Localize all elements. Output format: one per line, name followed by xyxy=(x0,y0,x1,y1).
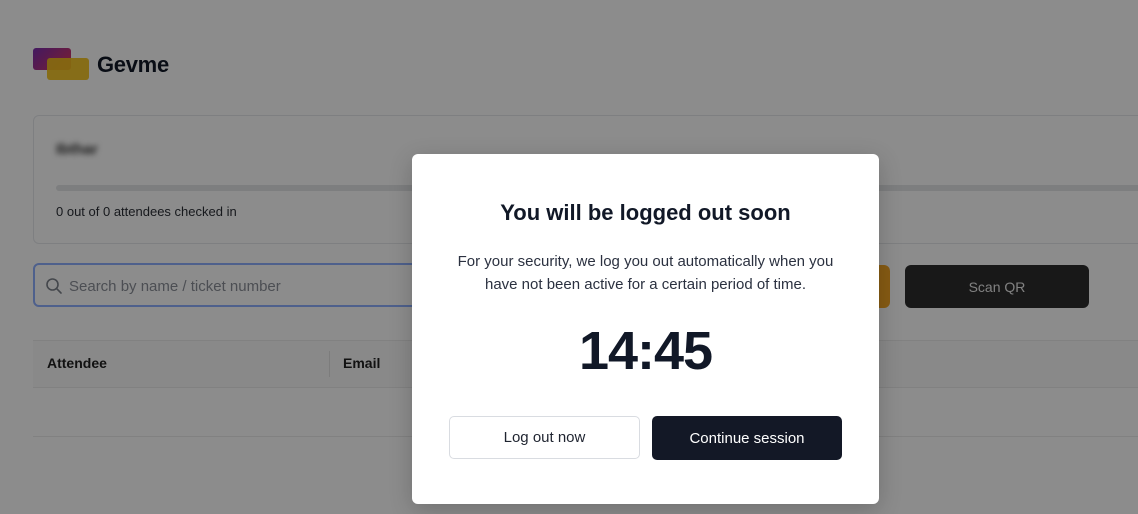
continue-session-button[interactable]: Continue session xyxy=(652,416,842,460)
session-timeout-modal: You will be logged out soon For your sec… xyxy=(412,154,879,504)
countdown-timer: 14:45 xyxy=(578,321,713,381)
modal-message: For your security, we log you out automa… xyxy=(457,253,834,293)
modal-title: You will be logged out soon xyxy=(500,200,791,225)
log-out-now-button[interactable]: Log out now xyxy=(449,416,640,459)
